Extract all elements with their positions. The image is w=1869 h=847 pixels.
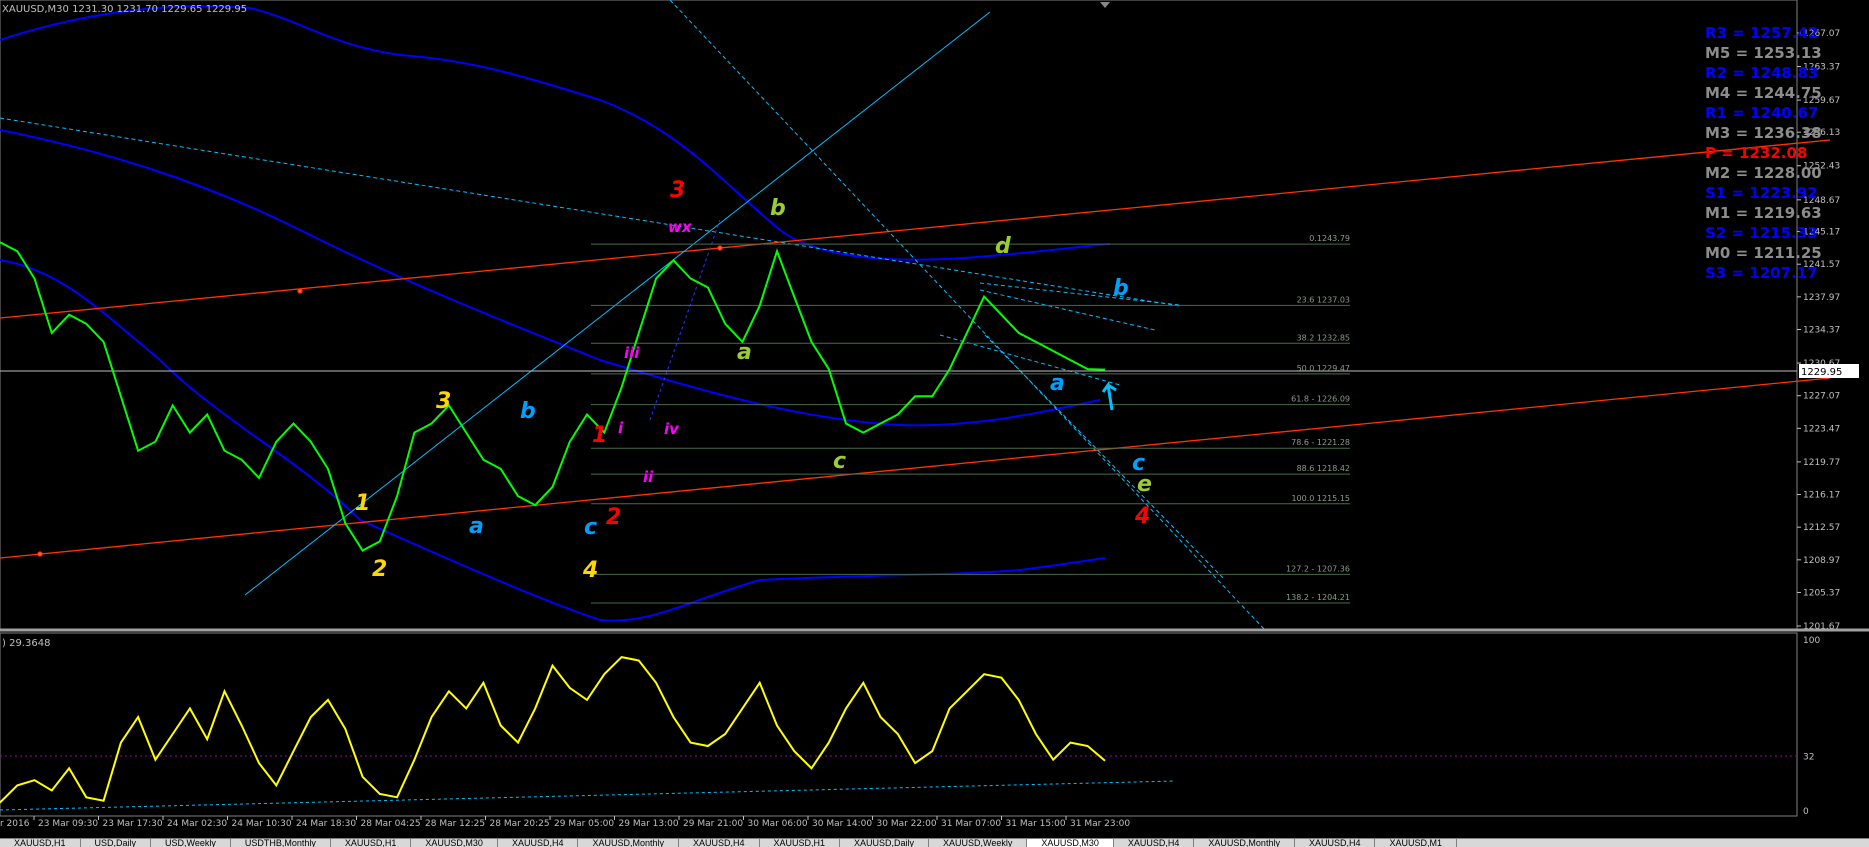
price-tick-label: 1219.77 (1803, 458, 1840, 468)
time-label: 24 Mar 18:30 (296, 819, 356, 829)
price-tick-label: 1201.67 (1803, 622, 1840, 632)
wave-label: b (520, 399, 536, 424)
time-label: 23 Mar 09:30 (38, 819, 98, 829)
indicator-label: ) 29.3648 (2, 638, 50, 649)
anchor-dot (717, 245, 723, 251)
current-price-label: 1229.95 (1801, 367, 1842, 378)
pivot-label: S2 = 1215.33 (1705, 224, 1818, 242)
indicator-plot-frame (0, 632, 1798, 817)
fib-label: 138.2 - 1204.21 (1286, 593, 1350, 602)
fib-label: 50.0 1229.47 (1297, 364, 1350, 373)
wave-label: ii (643, 468, 654, 486)
wave-label: 1 (592, 423, 607, 448)
fib-label: 0.1243.79 (1309, 234, 1350, 243)
time-label: 29 Mar 21:00 (683, 819, 743, 829)
wave-label: i (618, 419, 624, 437)
time-label: 24 Mar 10:30 (232, 819, 292, 829)
fib-label: 100.0 1215.15 (1291, 494, 1350, 503)
wave-label: d (995, 234, 1011, 259)
wave-label: 1 (355, 491, 370, 516)
wave-label: 3 (436, 389, 451, 414)
main-plot-frame (0, 0, 1798, 630)
time-label: 31 Mar 15:00 (1006, 819, 1066, 829)
indicator-scale: 100 32 0 (1803, 636, 1820, 817)
price-tick-label: 1216.17 (1803, 491, 1840, 501)
indicator-tick-label: 0 (1803, 807, 1809, 817)
pivot-label: R2 = 1248.83 (1705, 64, 1818, 82)
fib-label: 61.8 - 1226.09 (1291, 395, 1350, 404)
time-label: 29 Mar 05:00 (554, 819, 614, 829)
price-tick-label: 1205.37 (1803, 588, 1840, 598)
wave-label: 3 (670, 178, 685, 203)
time-label: 28 Mar 12:25 (425, 819, 485, 829)
price-tick-label: 1237.97 (1803, 293, 1840, 303)
pivot-label: M5 = 1253.13 (1705, 44, 1822, 62)
price-tick-label: 1208.97 (1803, 556, 1840, 566)
wave-label: 2 (606, 505, 621, 530)
chart-title: XAUUSD,M30 1231.30 1231.70 1229.65 1229.… (2, 4, 247, 15)
wave-label: 2 (372, 557, 387, 582)
pivot-label: M1 = 1219.63 (1705, 204, 1822, 222)
pivot-label: P = 1232.08 (1705, 144, 1807, 162)
pivot-label: R1 = 1240.67 (1705, 104, 1818, 122)
pivot-label: S1 = 1223.92 (1705, 184, 1818, 202)
time-label: 30 Mar 06:00 (748, 819, 808, 829)
pivot-label: R3 = 1257.42 (1705, 24, 1818, 42)
time-label: 30 Mar 22:00 (877, 819, 937, 829)
time-label: 24 Mar 02:30 (167, 819, 227, 829)
wave-label: iii (624, 344, 640, 362)
pivot-label: M3 = 1236.38 (1705, 124, 1822, 142)
fib-label: 23.6 1237.03 (1297, 295, 1350, 304)
fib-label: 78.6 - 1221.28 (1291, 438, 1350, 447)
pivot-label: M4 = 1244.75 (1705, 84, 1822, 102)
wave-label: 4 (582, 558, 598, 583)
fib-label: 88.6 1218.42 (1297, 464, 1350, 473)
wave-label: iv (664, 420, 680, 438)
time-label: 23 Mar 17:30 (103, 819, 163, 829)
wave-label: a (469, 514, 484, 539)
time-label: r 2016 (0, 819, 30, 829)
pivot-label: M2 = 1228.00 (1705, 164, 1822, 182)
pivot-label: M0 = 1211.25 (1705, 244, 1822, 262)
wave-label: a (737, 340, 752, 365)
price-tick-label: 1234.37 (1803, 326, 1840, 336)
wave-label: b (770, 196, 786, 221)
wave-label: b (1113, 276, 1129, 301)
time-label: 31 Mar 07:00 (941, 819, 1001, 829)
price-tick-label: 1212.57 (1803, 523, 1840, 533)
wave-label: e (1137, 472, 1152, 497)
wave-label: 4 (1134, 504, 1150, 529)
time-label: 28 Mar 20:25 (490, 819, 550, 829)
time-label: 29 Mar 13:00 (619, 819, 679, 829)
price-chart[interactable]: 0.1243.79 23.6 1237.03 38.2 1232.85 50.0 12… (0, 0, 1869, 846)
time-label: 28 Mar 04:25 (361, 819, 421, 829)
time-label: 31 Mar 23:00 (1070, 819, 1130, 829)
wave-label: wx (668, 218, 693, 236)
wave-label: c (584, 515, 597, 540)
price-tick-label: 1227.07 (1803, 392, 1840, 402)
pivot-label: S3 = 1207.17 (1705, 264, 1818, 282)
indicator-tick-label: 100 (1803, 636, 1820, 646)
wave-label: c (833, 449, 846, 474)
price-tick-label: 1223.47 (1803, 424, 1840, 434)
time-label: 30 Mar 14:00 (812, 819, 872, 829)
anchor-dot (37, 551, 43, 557)
wave-label: a (1050, 371, 1065, 396)
anchor-dot (297, 288, 303, 294)
fib-label: 127.2 - 1207.36 (1286, 564, 1350, 573)
fib-label: 38.2 1232.85 (1297, 333, 1350, 342)
time-axis: r 2016 23 Mar 09:30 23 Mar 17:30 24 Mar 02:… (0, 816, 1130, 829)
indicator-tick-label: 32 (1803, 752, 1814, 762)
